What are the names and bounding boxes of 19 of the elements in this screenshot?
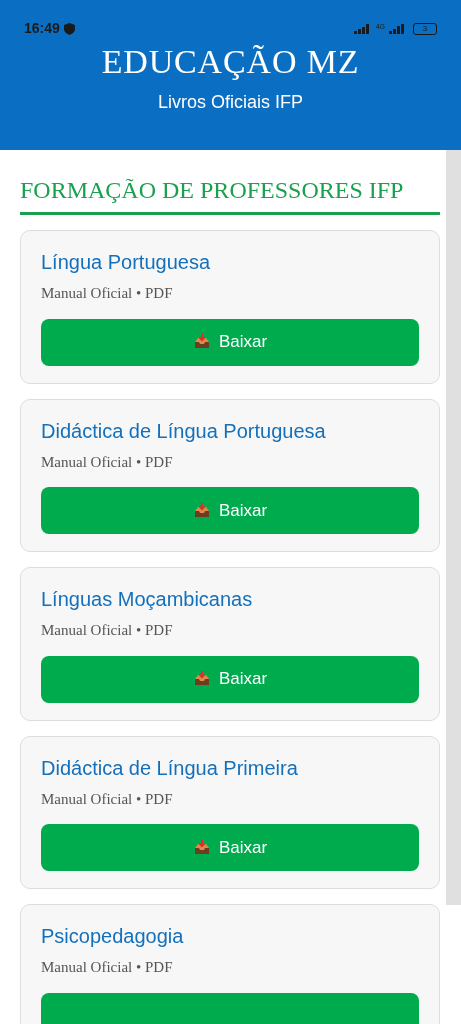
section-title: FORMAÇÃO DE PROFESSORES IFP [20,172,440,215]
book-title: Línguas Moçambicanas [41,587,254,612]
book-title: Didáctica de Língua Primeira [41,755,299,781]
download-button[interactable]: Baixar [41,824,419,871]
app-subtitle: Livros Oficiais IFP [158,91,303,114]
download-button[interactable]: Baixar [41,655,419,703]
battery-level: 3 [413,22,437,35]
app-title: EDUCAÇÃO MZ [101,45,360,79]
book-title: Língua Portuguesa [41,250,212,275]
book-title: Didáctica de Língua Portuguesa [41,418,327,444]
book-meta: Manual Oficial • PDF [41,958,174,977]
book-title: Psicopedagogia [41,924,185,949]
download-button[interactable]: Baixar [41,318,419,366]
book-meta: Manual Oficial • PDF [41,789,174,809]
book-meta: Manual Oficial • PDF [41,452,174,472]
book-meta: Manual Oficial • PDF [41,284,174,303]
book-meta: Manual Oficial • PDF [41,621,174,640]
download-button[interactable]: Baixar [41,487,419,534]
status-time: 16:49 [24,19,60,38]
